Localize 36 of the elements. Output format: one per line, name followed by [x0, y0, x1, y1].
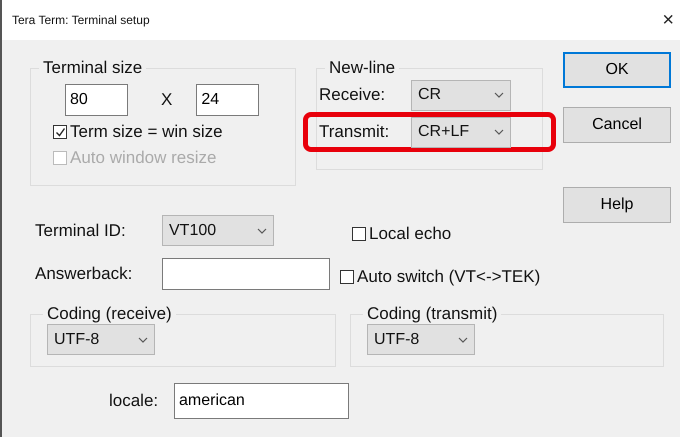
dropdown[interactable]: CR+LF	[411, 116, 511, 148]
checkbox-label: Local echo	[369, 224, 452, 244]
checkbox[interactable]	[53, 125, 67, 139]
checkbox-label: Auto window resize	[70, 148, 216, 168]
field-label: Terminal ID:	[35, 220, 127, 240]
checkbox-label: Auto switch (VT<->TEK)	[357, 267, 540, 287]
checkbox[interactable]	[352, 226, 366, 240]
times-label: X	[161, 90, 172, 110]
dialog-button[interactable]: OK	[563, 52, 671, 88]
group-title: Coding (receive)	[46, 304, 173, 324]
group-title: New-line	[328, 58, 396, 78]
rows-field[interactable]: 24	[196, 84, 260, 116]
chevron-icon	[494, 129, 504, 135]
checkbox[interactable]	[340, 270, 354, 284]
dialog-button[interactable]: Cancel	[563, 107, 671, 143]
columns-field[interactable]: 80	[65, 84, 128, 116]
dialog-button[interactable]: Help	[563, 187, 671, 223]
close-button[interactable]: ×	[662, 10, 674, 30]
chevron-icon	[494, 92, 504, 98]
dropdown[interactable]: VT100	[162, 215, 274, 246]
dropdown[interactable]: UTF-8	[47, 324, 155, 355]
group-title: Terminal size	[42, 58, 144, 78]
window-title: Tera Term: Terminal setup	[12, 13, 150, 27]
field-label: Receive:	[319, 85, 386, 105]
checkbox-label: Term size = win size	[70, 122, 223, 142]
dropdown[interactable]: CR	[411, 80, 511, 110]
group-title: Coding (transmit)	[366, 304, 498, 324]
field-label: locale:	[109, 391, 160, 411]
chevron-icon	[458, 336, 468, 342]
field-label: Transmit:	[319, 122, 390, 142]
answerback-field[interactable]	[162, 258, 330, 290]
locale-field[interactable]: american	[174, 383, 349, 419]
chevron-icon	[257, 228, 267, 234]
chevron-icon	[138, 336, 148, 342]
field-label: Answerback:	[35, 264, 134, 284]
dropdown[interactable]: UTF-8	[367, 324, 475, 355]
